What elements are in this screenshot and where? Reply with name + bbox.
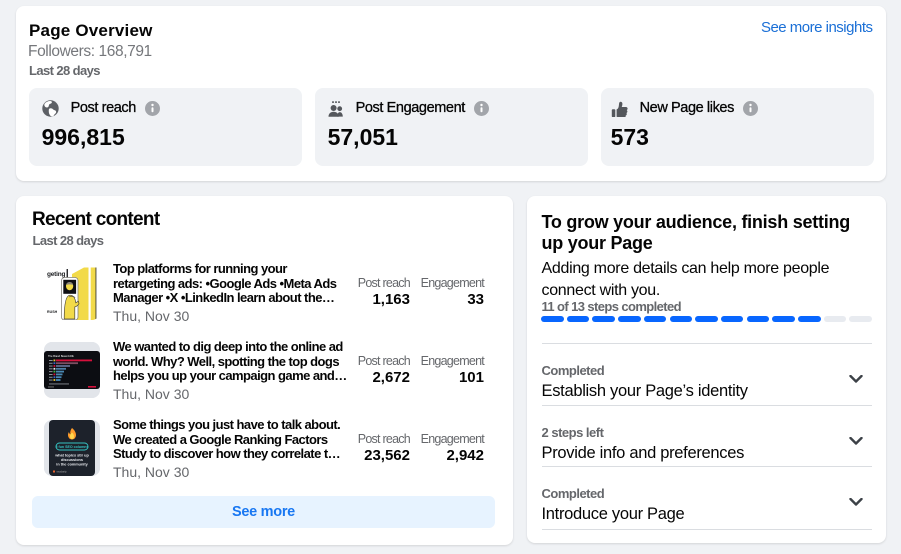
svg-text:geting: geting bbox=[47, 271, 66, 278]
svg-text:The Brand Beast 100k: The Brand Beast 100k bbox=[48, 354, 75, 358]
svg-text:what topics stir up: what topics stir up bbox=[54, 454, 89, 458]
svg-text:in the community: in the community bbox=[56, 463, 88, 467]
svg-text:5 fun SEO columns: 5 fun SEO columns bbox=[56, 445, 89, 449]
svg-text:seoclarity: seoclarity bbox=[57, 470, 68, 473]
svg-text:discussions: discussions bbox=[61, 458, 83, 462]
svg-text:RUSH: RUSH bbox=[47, 310, 58, 314]
